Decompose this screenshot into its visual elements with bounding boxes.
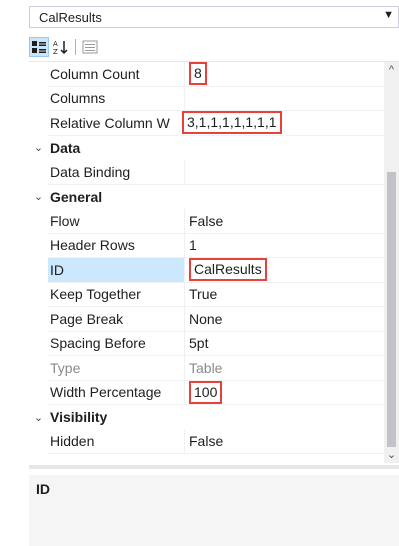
- category-row[interactable]: ⌄ General: [29, 185, 399, 210]
- highlighted-value: 100: [189, 380, 223, 404]
- property-grid: Column Count 8 Columns Relative Column W 3,1…: [29, 61, 399, 463]
- chevron-down-icon[interactable]: ⌄: [29, 136, 48, 161]
- property-value[interactable]: 3,1,1,1,1,1,1,1: [178, 111, 399, 136]
- property-name[interactable]: Type: [48, 356, 184, 381]
- property-name[interactable]: Data Binding: [48, 160, 184, 185]
- chevron-down-icon[interactable]: ⌄: [29, 185, 48, 210]
- property-row[interactable]: Spacing Before 5pt: [29, 331, 399, 357]
- row-gutter: [29, 307, 48, 332]
- property-name[interactable]: Header Rows: [48, 234, 184, 258]
- property-name[interactable]: ID: [48, 258, 184, 283]
- description-splitter[interactable]: [29, 465, 399, 469]
- property-row[interactable]: Flow False: [29, 209, 399, 234]
- category-label[interactable]: Visibility: [48, 405, 378, 430]
- category-row[interactable]: ⌄ Data: [29, 136, 399, 161]
- property-name[interactable]: Width Percentage: [48, 381, 184, 405]
- value-text: Table: [189, 359, 223, 376]
- categorized-icon: [32, 41, 46, 53]
- property-value[interactable]: 8: [184, 62, 399, 87]
- category-label[interactable]: General: [48, 185, 378, 210]
- category-label[interactable]: Data: [48, 136, 378, 161]
- chevron-down-icon: ▼: [383, 9, 394, 21]
- value-text: None: [189, 310, 223, 327]
- property-value[interactable]: 100: [184, 380, 399, 405]
- highlighted-value: CalResults: [189, 258, 267, 282]
- categorized-button[interactable]: [29, 37, 49, 57]
- property-row[interactable]: Header Rows 1: [29, 233, 399, 259]
- value-text: True: [189, 286, 218, 303]
- value-text: False: [189, 433, 224, 450]
- property-name[interactable]: Spacing Before: [48, 332, 184, 356]
- property-name[interactable]: Keep Together: [48, 283, 184, 307]
- row-gutter: [29, 356, 48, 381]
- alphabetical-icon: A Z: [53, 40, 68, 55]
- row-gutter: [29, 332, 48, 357]
- property-value[interactable]: [184, 86, 399, 111]
- property-name[interactable]: Flow: [48, 209, 184, 234]
- window-left-edge: [0, 0, 29, 546]
- value-text: 5pt: [189, 335, 209, 352]
- row-gutter: [29, 87, 48, 112]
- property-row[interactable]: Columns: [29, 86, 399, 112]
- description-pane: ID: [29, 475, 399, 546]
- chevron-down-icon[interactable]: ⌄: [29, 405, 48, 430]
- property-name[interactable]: Hidden: [48, 430, 184, 454]
- row-gutter: [29, 283, 48, 308]
- property-value[interactable]: 5pt: [184, 331, 399, 356]
- scroll-down-icon[interactable]: ⌄: [384, 448, 399, 461]
- scroll-up-icon[interactable]: ^: [384, 64, 399, 76]
- property-name[interactable]: Columns: [48, 87, 184, 111]
- highlighted-value: 3,1,1,1,1,1,1,1: [182, 111, 282, 135]
- property-value[interactable]: True: [184, 282, 399, 307]
- vertical-scrollbar[interactable]: ^ ⌄: [384, 62, 399, 463]
- scrollbar-thumb[interactable]: [387, 172, 396, 447]
- property-pages-icon: [82, 40, 98, 54]
- property-row[interactable]: Hidden False: [29, 429, 399, 455]
- property-name[interactable]: Page Break: [48, 307, 184, 332]
- alphabetical-button[interactable]: A Z: [51, 37, 71, 57]
- svg-text:A: A: [53, 40, 58, 48]
- property-row[interactable]: Width Percentage 100: [29, 380, 399, 406]
- object-selector-dropdown[interactable]: CalResults ▼: [29, 6, 399, 28]
- property-value[interactable]: CalResults: [184, 258, 399, 283]
- category-row[interactable]: ⌄ Visibility: [29, 405, 399, 430]
- property-row[interactable]: Data Binding: [29, 160, 399, 185]
- object-selector-value: CalResults: [39, 10, 102, 25]
- property-row[interactable]: Type Table: [29, 356, 399, 381]
- value-text: False: [189, 212, 224, 229]
- property-value[interactable]: 1: [184, 233, 399, 258]
- property-row[interactable]: Keep Together True: [29, 282, 399, 308]
- property-row[interactable]: Page Break None: [29, 307, 399, 332]
- property-row[interactable]: Relative Column W 3,1,1,1,1,1,1,1: [29, 111, 399, 136]
- description-title: ID: [36, 481, 50, 497]
- row-gutter: [29, 111, 48, 136]
- row-gutter: [29, 160, 48, 185]
- row-gutter: [29, 258, 48, 283]
- property-row[interactable]: Column Count 8: [29, 62, 399, 87]
- property-rows: Column Count 8 Columns Relative Column W 3,1…: [29, 62, 399, 454]
- row-gutter: [29, 62, 48, 87]
- properties-toolbar: A Z: [29, 36, 102, 58]
- svg-text:Z: Z: [53, 48, 58, 55]
- property-row[interactable]: ID CalResults: [29, 258, 399, 283]
- row-gutter: [29, 430, 48, 455]
- row-gutter: [29, 234, 48, 259]
- row-gutter: [29, 209, 48, 234]
- property-value[interactable]: False: [184, 429, 399, 454]
- property-value[interactable]: [184, 160, 399, 185]
- value-text: 1: [189, 237, 197, 254]
- row-gutter: [29, 381, 48, 406]
- property-name[interactable]: Column Count: [48, 62, 184, 87]
- property-name[interactable]: Relative Column W: [48, 111, 184, 136]
- toolbar-separator: [75, 39, 76, 55]
- property-value[interactable]: None: [184, 307, 399, 332]
- property-value[interactable]: False: [184, 209, 399, 234]
- highlighted-value: 8: [189, 62, 207, 86]
- property-value[interactable]: Table: [184, 356, 399, 381]
- property-pages-button[interactable]: [80, 37, 100, 57]
